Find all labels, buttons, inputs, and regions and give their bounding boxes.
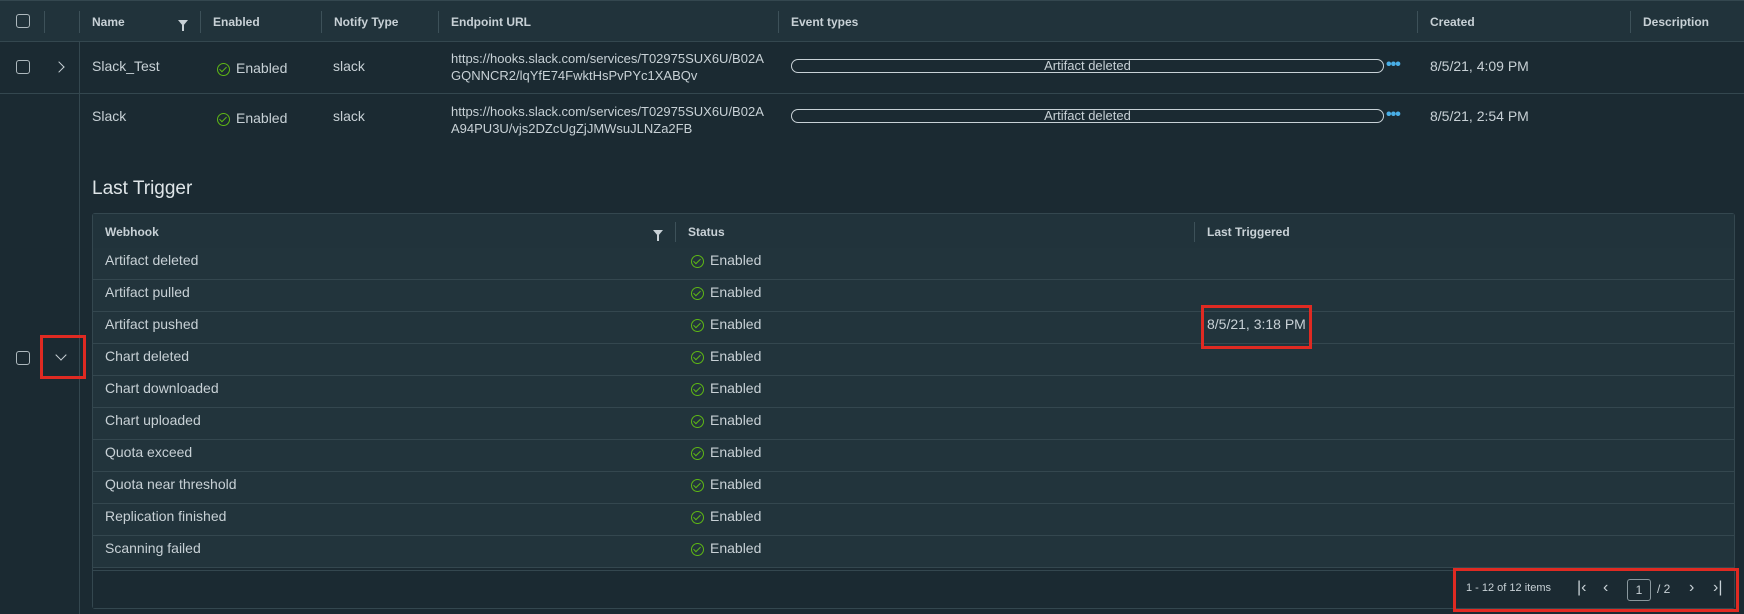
webhook-name: Quota near threshold [105, 476, 237, 492]
row-checkbox[interactable] [16, 351, 30, 365]
row-notify-type: slack [333, 58, 365, 74]
highlight-box [40, 335, 86, 379]
list-item[interactable]: Scanning failed Enabled [93, 536, 1734, 568]
status-text: Enabled [236, 110, 288, 126]
status-text: Enabled [710, 508, 762, 524]
check-circle-icon [217, 62, 230, 76]
status-text: Enabled [710, 476, 762, 492]
col-endpoint-url[interactable]: Endpoint URL [439, 1, 739, 41]
col-webhook[interactable]: Webhook [93, 214, 679, 250]
row-name[interactable]: Slack_Test [92, 58, 160, 74]
status-text: Enabled [710, 540, 762, 556]
col-description[interactable]: Description [1631, 1, 1741, 41]
list-item[interactable]: Chart uploaded Enabled [93, 408, 1734, 440]
check-circle-icon [691, 446, 704, 460]
webhook-name: Artifact pulled [105, 284, 190, 300]
webhook-name: Quota exceed [105, 444, 193, 460]
status-text: Enabled [710, 316, 762, 332]
status: Enabled [691, 508, 761, 524]
status: Enabled [691, 252, 761, 268]
event-type-badge: Artifact deleted [791, 109, 1384, 123]
col-notify-type[interactable]: Notify Type [322, 1, 442, 41]
status: Enabled [691, 444, 761, 460]
status-text: Enabled [710, 444, 762, 460]
status-text: Enabled [710, 284, 762, 300]
row-notify-type: slack [333, 108, 365, 124]
row-enabled: Enabled [217, 60, 287, 76]
chevron-right-icon[interactable] [53, 61, 65, 73]
select-all-checkbox[interactable] [16, 14, 30, 28]
list-item[interactable]: Quota near threshold Enabled [93, 472, 1734, 504]
status: Enabled [691, 476, 761, 492]
webhook-name: Chart downloaded [105, 380, 219, 396]
divider [44, 11, 45, 33]
webhook-name: Chart deleted [105, 348, 190, 364]
row-endpoint-url: https://hooks.slack.com/services/T02975S… [451, 51, 764, 83]
status: Enabled [691, 348, 761, 364]
col-event-types[interactable]: Event types [779, 1, 1079, 41]
col-status[interactable]: Status [676, 214, 1192, 250]
row-created: 8/5/21, 2:54 PM [1430, 108, 1529, 124]
check-circle-icon [691, 286, 704, 300]
webhook-name: Artifact deleted [105, 252, 199, 268]
list-item[interactable]: Quota exceed Enabled [93, 440, 1734, 472]
status: Enabled [691, 412, 761, 428]
check-circle-icon [691, 510, 704, 524]
list-item[interactable]: Replication finished Enabled [93, 504, 1734, 536]
row-checkbox[interactable] [16, 60, 30, 74]
status-text: Enabled [236, 60, 288, 76]
list-item[interactable]: Artifact pushed Enabled 8/5/21, 3:18 PM [93, 312, 1734, 344]
inner-table-header: Webhook Status Last Triggered [93, 214, 1734, 250]
row-enabled: Enabled [217, 110, 287, 126]
highlight-box [1453, 568, 1739, 612]
check-circle-icon [217, 112, 230, 126]
list-item[interactable]: Artifact deleted Enabled [93, 248, 1734, 280]
row-created: 8/5/21, 4:09 PM [1430, 58, 1529, 74]
status: Enabled [691, 380, 761, 396]
row-endpoint-url: https://hooks.slack.com/services/T02975S… [451, 104, 764, 136]
table-row[interactable]: Slack_Test Enabled slack https://hooks.s… [0, 42, 1744, 94]
col-created[interactable]: Created [1418, 1, 1598, 41]
filter-icon[interactable] [178, 20, 188, 31]
status-text: Enabled [710, 252, 762, 268]
ellipsis-icon[interactable]: ••• [1386, 106, 1401, 124]
status: Enabled [691, 540, 761, 556]
list-item[interactable]: Chart deleted Enabled [93, 344, 1734, 376]
webhook-name: Scanning failed [105, 540, 201, 556]
row-name[interactable]: Slack [92, 108, 126, 124]
ellipsis-icon[interactable]: ••• [1386, 56, 1401, 74]
divider [79, 42, 80, 94]
check-circle-icon [691, 350, 704, 364]
check-circle-icon [691, 414, 704, 428]
status-text: Enabled [710, 412, 762, 428]
filter-icon[interactable] [653, 230, 663, 241]
event-type-badge: Artifact deleted [791, 59, 1384, 73]
grid-header: Name Enabled Notify Type Endpoint URL Ev… [0, 0, 1744, 42]
webhook-name: Artifact pushed [105, 316, 199, 332]
section-title: Last Trigger [92, 178, 193, 199]
status: Enabled [691, 316, 761, 332]
webhook-name: Chart uploaded [105, 412, 201, 428]
list-item[interactable]: Artifact pulled Enabled [93, 280, 1734, 312]
check-circle-icon [691, 382, 704, 396]
col-last-triggered[interactable]: Last Triggered [1195, 214, 1695, 250]
col-enabled[interactable]: Enabled [201, 1, 321, 41]
check-circle-icon [691, 542, 704, 556]
list-item[interactable]: Chart downloaded Enabled [93, 376, 1734, 408]
status-text: Enabled [710, 380, 762, 396]
check-circle-icon [691, 478, 704, 492]
status: Enabled [691, 284, 761, 300]
check-circle-icon [691, 318, 704, 332]
status-text: Enabled [710, 348, 762, 364]
webhook-name: Replication finished [105, 508, 227, 524]
check-circle-icon [691, 254, 704, 268]
highlight-box [1201, 305, 1312, 349]
last-trigger-table: Webhook Status Last Triggered Artifact d… [92, 213, 1735, 609]
